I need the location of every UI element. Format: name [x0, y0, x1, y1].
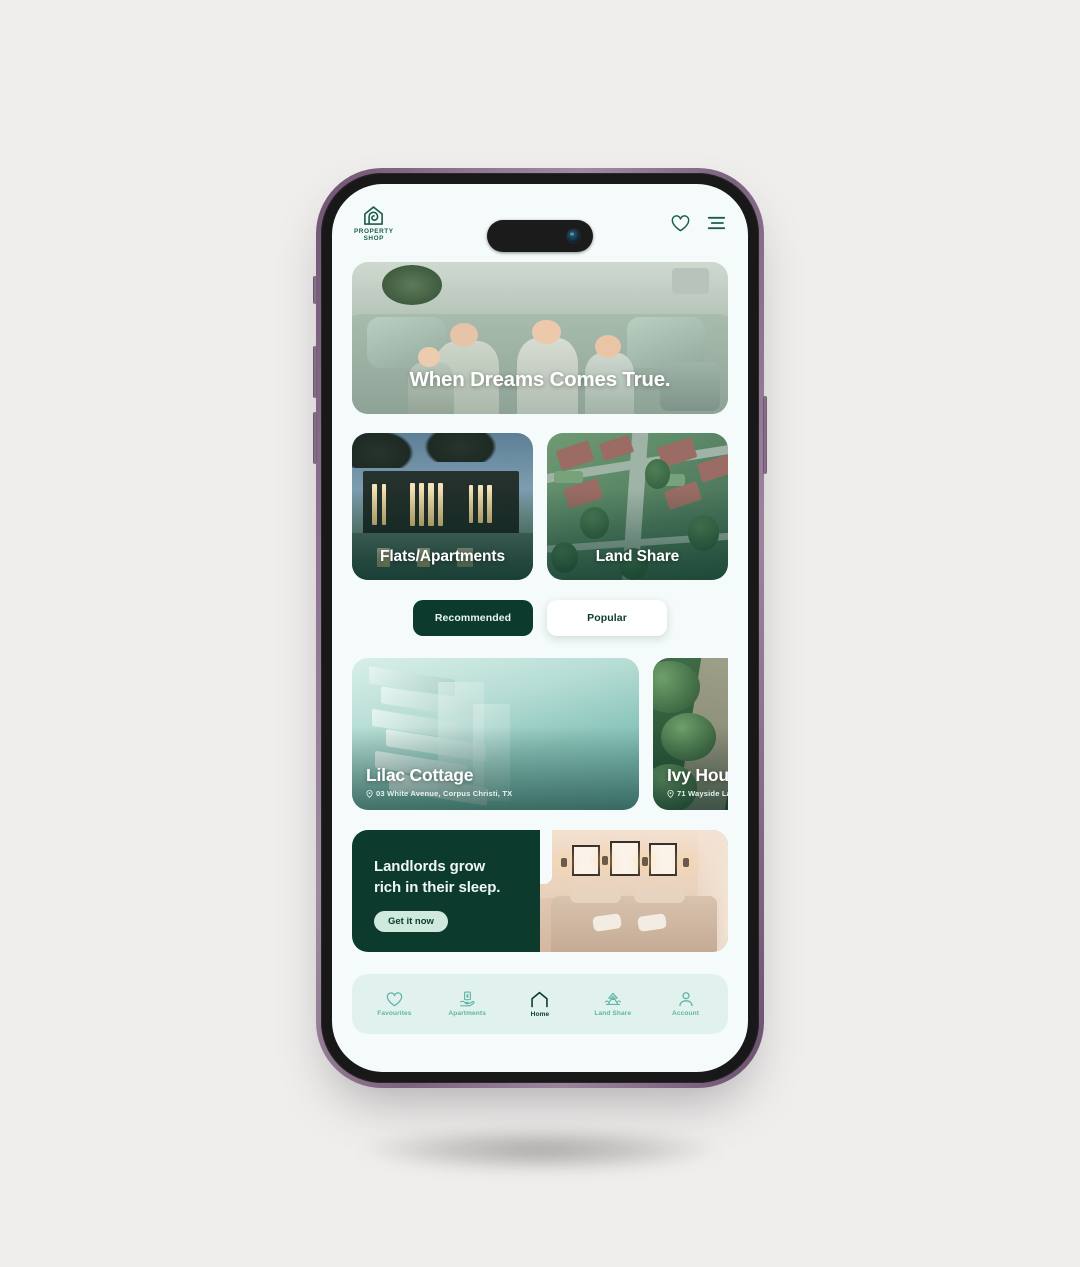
- person-icon: [678, 992, 693, 1007]
- property-info-lilac-cottage: Lilac Cottage 03 White Avenue, Corpus Ch…: [366, 765, 631, 798]
- home-icon: [531, 991, 549, 1007]
- category-card-flats[interactable]: Flats/Apartments: [352, 433, 533, 580]
- property-card-ivy-house[interactable]: Ivy Hou 71 Wayside Lan: [653, 658, 728, 810]
- brand-line-2: SHOP: [363, 235, 384, 242]
- front-camera-icon: [567, 229, 580, 243]
- house-logo-icon: [364, 205, 384, 225]
- nav-label: Home: [530, 1010, 550, 1018]
- category-row: Flats/Apartments Land Share: [352, 433, 728, 580]
- nav-item-land-share[interactable]: Land Share: [581, 991, 645, 1017]
- nav-label: Account: [672, 1010, 700, 1017]
- property-address: 03 White Avenue, Corpus Christi, TX: [376, 789, 513, 798]
- property-address-row: 03 White Avenue, Corpus Christi, TX: [366, 789, 631, 798]
- get-it-now-button[interactable]: Get it now: [374, 911, 448, 932]
- promo-image: [540, 830, 728, 952]
- hamburger-menu-icon[interactable]: [707, 215, 726, 231]
- promo-headline-line-2: rich in their sleep.: [374, 879, 501, 896]
- property-card-lilac-cottage[interactable]: Lilac Cottage 03 White Avenue, Corpus Ch…: [352, 658, 639, 810]
- brand-logo[interactable]: PROPERTY SHOP: [354, 204, 394, 243]
- property-info-ivy-house: Ivy Hou 71 Wayside Lan: [667, 765, 728, 798]
- category-label-flats: Flats/Apartments: [379, 548, 505, 565]
- nav-label: Apartments: [448, 1010, 486, 1017]
- nav-label: Land Share: [594, 1010, 632, 1017]
- category-card-land-share[interactable]: Land Share: [547, 433, 728, 580]
- volume-down-button[interactable]: [313, 412, 317, 464]
- nav-item-favourites[interactable]: Favourites: [362, 991, 426, 1017]
- property-name: Lilac Cottage: [366, 765, 474, 785]
- location-pin-icon: [366, 789, 373, 798]
- tab-popular[interactable]: Popular: [547, 600, 667, 636]
- power-button[interactable]: [763, 396, 767, 474]
- screenshot-canvas: PROPERTY SHOP When Dreams Comes True. Fl…: [0, 0, 1080, 1267]
- hero-banner[interactable]: When Dreams Comes True.: [352, 262, 728, 414]
- promo-text-block: Landlords grow rich in their sleep. Get …: [352, 830, 540, 952]
- hand-holding-building-icon: [459, 991, 475, 1007]
- promo-headline: Landlords grow rich in their sleep.: [374, 856, 540, 898]
- heart-icon: [386, 991, 403, 1006]
- promo-headline-line-1: Landlords grow: [374, 858, 486, 875]
- location-pin-icon: [667, 789, 674, 798]
- nav-item-account[interactable]: Account: [654, 991, 718, 1017]
- promo-banner[interactable]: Landlords grow rich in their sleep. Get …: [352, 830, 728, 952]
- bottom-navigation-bar: Favourites Apartments Home Land Share Ac…: [352, 974, 728, 1034]
- heart-icon[interactable]: [671, 214, 690, 233]
- phone-screen: PROPERTY SHOP When Dreams Comes True. Fl…: [332, 184, 748, 1072]
- property-address-row: 71 Wayside Lan: [667, 789, 728, 798]
- nav-item-apartments[interactable]: Apartments: [435, 991, 499, 1017]
- phone-bezel: PROPERTY SHOP When Dreams Comes True. Fl…: [321, 173, 759, 1083]
- dynamic-island: [487, 220, 593, 252]
- brand-name: PROPERTY SHOP: [354, 228, 394, 243]
- nav-label: Favourites: [377, 1009, 412, 1017]
- brand-line-1: PROPERTY: [354, 227, 394, 235]
- volume-up-button[interactable]: [313, 346, 317, 398]
- property-address: 71 Wayside Lan: [677, 789, 728, 798]
- filter-tabs: Recommended Popular: [352, 600, 728, 636]
- nav-item-home[interactable]: Home: [508, 991, 572, 1018]
- tab-recommended[interactable]: Recommended: [413, 600, 533, 636]
- silent-switch-button[interactable]: [313, 276, 317, 304]
- category-label-land-share: Land Share: [595, 548, 680, 565]
- property-name: Ivy Hou: [667, 765, 728, 785]
- hero-title: When Dreams Comes True.: [409, 368, 671, 391]
- phone-device-frame: PROPERTY SHOP When Dreams Comes True. Fl…: [313, 168, 767, 1088]
- app-content: When Dreams Comes True. Flats/Apartments…: [332, 262, 748, 1072]
- header-actions: [671, 214, 726, 233]
- property-carousel[interactable]: Lilac Cottage 03 White Avenue, Corpus Ch…: [352, 658, 728, 810]
- land-share-icon: [604, 992, 621, 1005]
- phone-drop-shadow: [360, 1128, 720, 1172]
